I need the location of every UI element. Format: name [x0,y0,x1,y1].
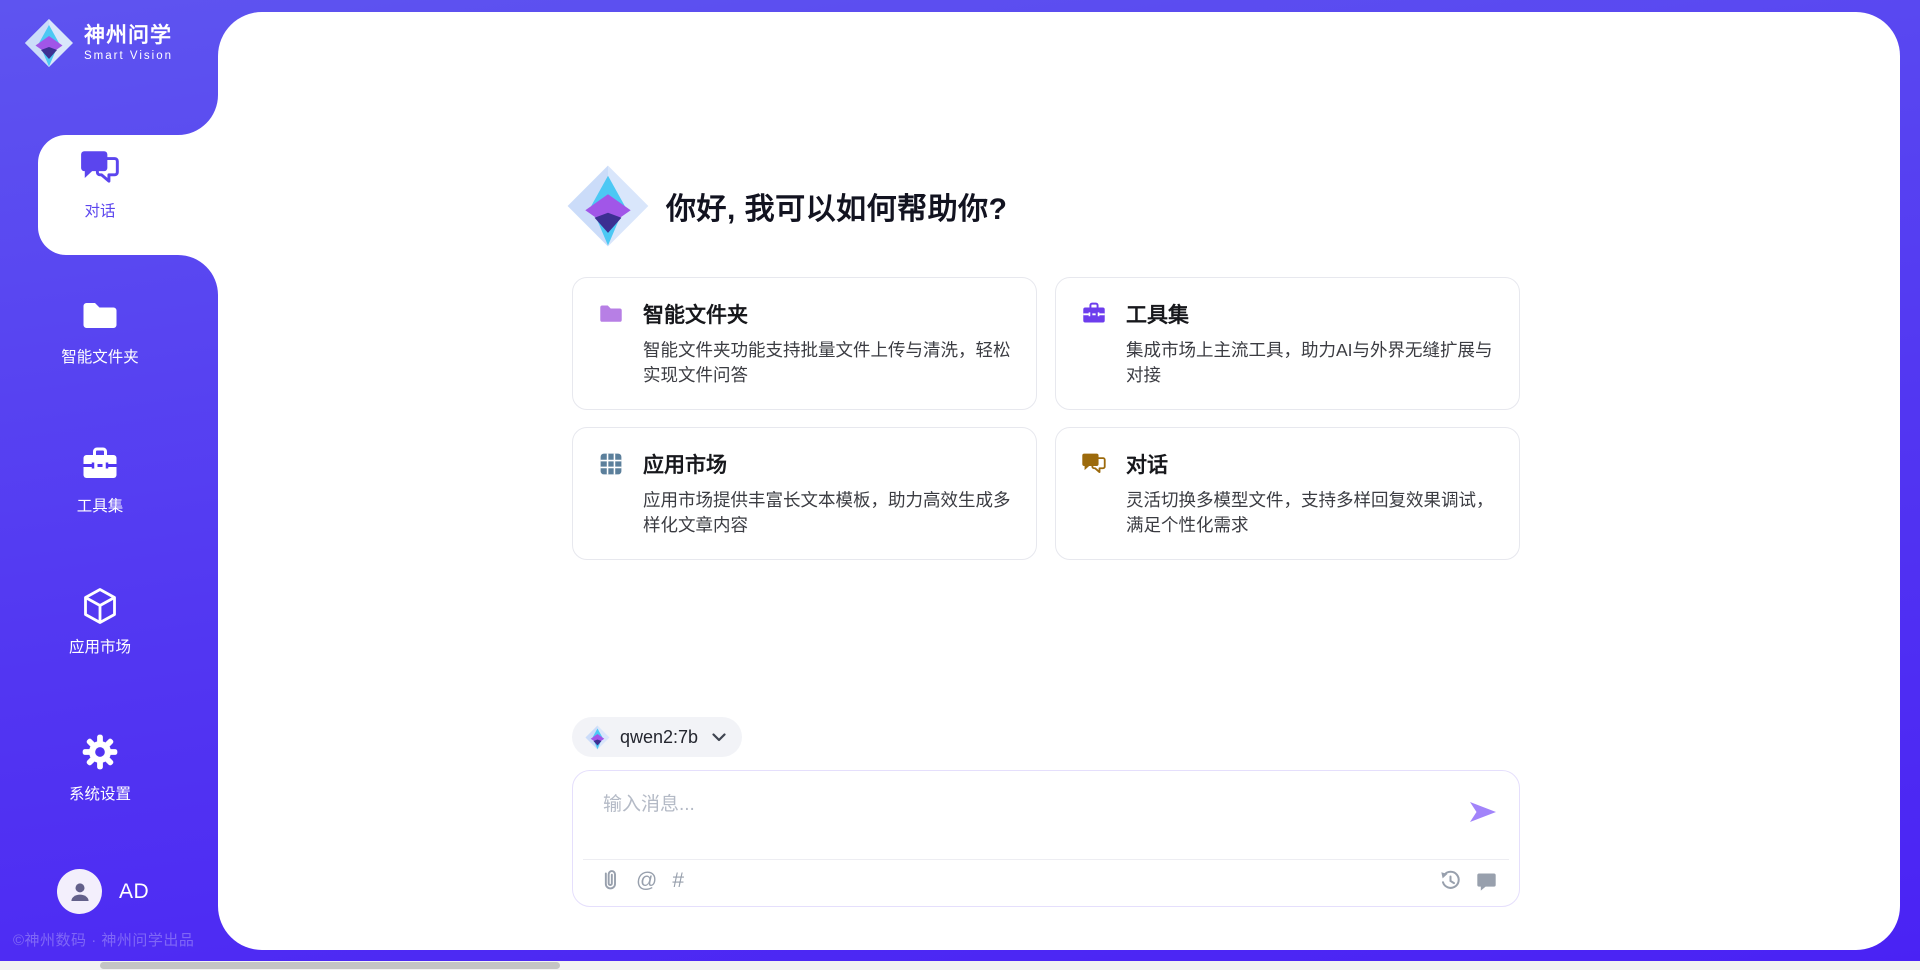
card-description: 灵活切换多模型文件，支持多样回复效果调试，满足个性化需求 [1126,488,1495,539]
greeting: 你好, 我可以如何帮助你? [566,164,1008,248]
card-title: 工具集 [1126,299,1189,329]
sidebar-item-label: 应用市场 [69,635,131,657]
chat-icon [1081,451,1107,477]
sidebar-item-toolset[interactable]: 工具集 [0,445,200,516]
sidebar-item-settings[interactable]: 系统设置 [0,731,200,804]
topic-icon[interactable]: # [672,870,684,891]
model-selector[interactable]: qwen2:7b [572,717,742,757]
model-name: qwen2:7b [620,727,698,748]
main-panel: 你好, 我可以如何帮助你? 智能文件夹 智能文件夹功能支持批量文件上传与清洗，轻… [218,12,1900,950]
mention-icon[interactable]: @ [636,870,657,891]
card-title: 智能文件夹 [643,299,748,329]
folder-icon [598,301,624,327]
user-label: AD [119,880,149,904]
brand-name: 神州问学 [84,24,173,48]
toolbox-icon [80,445,120,485]
card-description: 智能文件夹功能支持批量文件上传与清洗，轻松实现文件问答 [643,338,1012,389]
toolbox-icon [1081,301,1107,327]
horizontal-scrollbar-thumb[interactable] [100,962,560,969]
grid-icon [598,451,624,477]
horizontal-scrollbar-track [0,961,1920,970]
card-toolset[interactable]: 工具集 集成市场上主流工具，助力AI与外界无缝扩展与对接 [1055,277,1520,410]
greeting-text: 你好, 我可以如何帮助你? [666,184,1008,228]
feature-cards: 智能文件夹 智能文件夹功能支持批量文件上传与清洗，轻松实现文件问答 工具集 集成… [572,277,1520,560]
send-icon[interactable] [1469,801,1497,823]
sidebar-item-chat[interactable]: 对话 [0,95,218,295]
cube-icon [80,586,120,626]
message-input[interactable] [601,787,1445,849]
sidebar-item-app-market[interactable]: 应用市场 [0,586,200,657]
attachment-icon[interactable] [599,868,621,893]
folder-icon [80,296,120,336]
copyright-text: ©神州数码 · 神州问学出品 [13,929,223,950]
brand-logo: 神州问学 Smart Vision [24,18,173,68]
card-title: 应用市场 [643,449,727,479]
comment-icon[interactable] [1476,870,1497,891]
card-chat[interactable]: 对话 灵活切换多模型文件，支持多样回复效果调试，满足个性化需求 [1055,427,1520,560]
sidebar-item-label: 系统设置 [69,782,131,804]
brand-diamond-icon [585,725,610,750]
message-composer: @ # [572,770,1520,907]
brand-diamond-icon [24,18,74,68]
sidebar-item-label: 工具集 [77,494,124,516]
chat-icon [79,147,121,189]
card-smart-folder[interactable]: 智能文件夹 智能文件夹功能支持批量文件上传与清洗，轻松实现文件问答 [572,277,1037,410]
sidebar-item-smart-folder[interactable]: 智能文件夹 [0,296,200,367]
card-description: 应用市场提供丰富长文本模板，助力高效生成多样化文章内容 [643,488,1012,539]
avatar[interactable] [57,869,102,914]
composer-divider [583,859,1509,860]
composer-toolbar: @ # [599,868,1497,893]
user-account[interactable]: AD [57,869,149,914]
chevron-down-icon [712,733,726,742]
history-icon[interactable] [1440,870,1461,891]
sidebar-item-label: 智能文件夹 [61,345,139,367]
gear-icon [79,731,121,773]
card-app-market[interactable]: 应用市场 应用市场提供丰富长文本模板，助力高效生成多样化文章内容 [572,427,1037,560]
card-description: 集成市场上主流工具，助力AI与外界无缝扩展与对接 [1126,338,1495,389]
card-title: 对话 [1126,449,1168,479]
brand-subtitle: Smart Vision [84,50,173,62]
brand-diamond-icon [566,164,650,248]
sidebar-item-label: 对话 [84,199,115,221]
